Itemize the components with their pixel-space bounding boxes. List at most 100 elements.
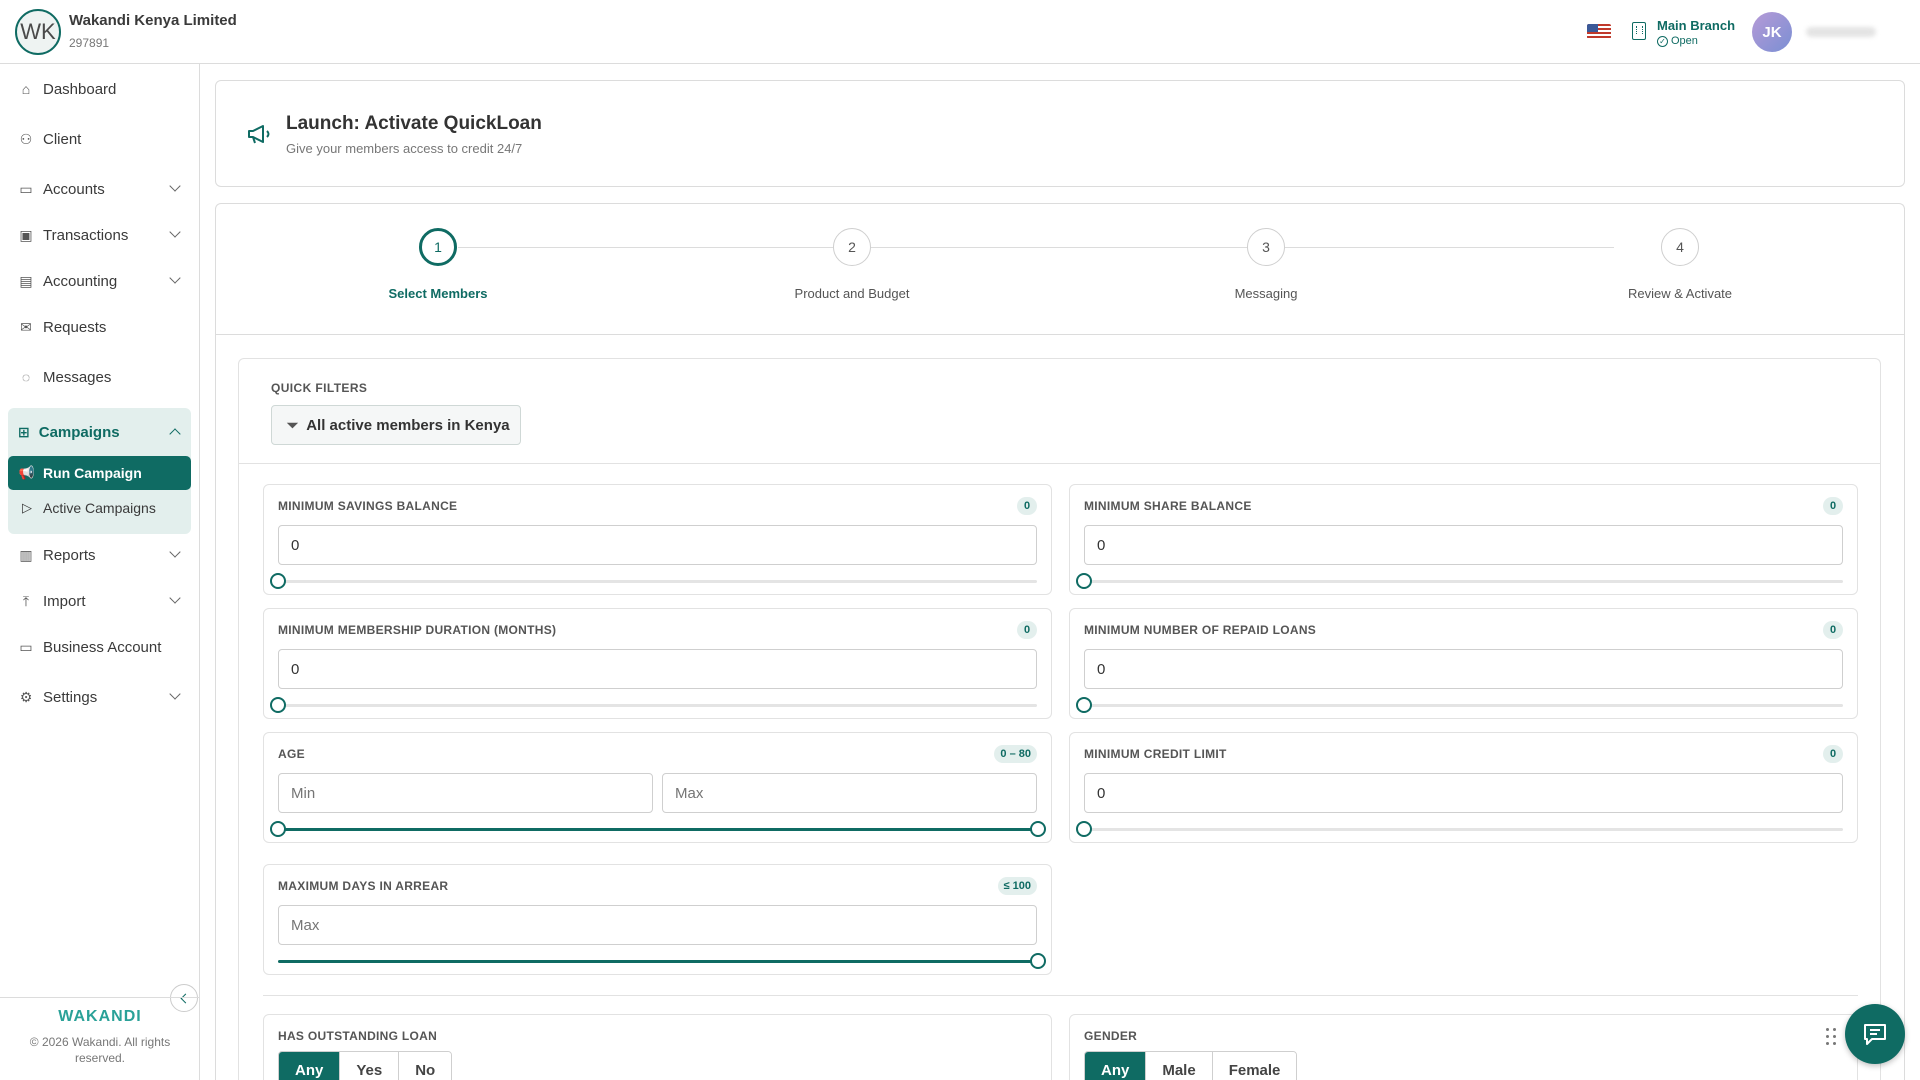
step-1-circle[interactable]: 1 — [419, 228, 457, 266]
age-slider-track[interactable] — [278, 828, 1037, 831]
sidebar-item-dashboard[interactable]: ⌂ Dashboard — [8, 69, 191, 109]
megaphone-icon — [248, 125, 270, 144]
step-4-circle[interactable]: 4 — [1661, 228, 1699, 266]
max-days-arrear-input[interactable] — [278, 905, 1037, 945]
chevron-down-icon — [169, 226, 181, 238]
age-slider-max-thumb[interactable] — [1030, 821, 1046, 837]
sidebar-item-import[interactable]: ⤒ Import — [8, 581, 191, 621]
sidebar: ⌂ Dashboard ⚇ Client ▭ Accounts ▣ Transactio… — [0, 64, 200, 1080]
sidebar-item-messages[interactable]: ◌ Messages — [8, 357, 191, 397]
step-2-circle[interactable]: 2 — [833, 228, 871, 266]
age-min-input[interactable] — [278, 773, 653, 813]
outstanding-loan-any-button[interactable]: Any — [279, 1052, 341, 1080]
max-days-arrear-label: MAXIMUM DAYS IN ARREAR — [278, 879, 449, 893]
sidebar-item-campaigns[interactable]: ⊞ Campaigns — [8, 408, 191, 456]
min-savings-field: MINIMUM SAVINGS BALANCE 0 0 — [263, 484, 1052, 595]
branch-status: ✓ Open — [1657, 35, 1698, 47]
sidebar-item-label: Accounts — [43, 180, 105, 198]
outstanding-loan-field: HAS OUTSTANDING LOAN Any Yes No — [263, 1014, 1052, 1080]
sidebar-item-transactions[interactable]: ▣ Transactions — [8, 215, 191, 255]
top-header: WK Wakandi Kenya Limited 297891 Main Bra… — [0, 0, 1920, 64]
sidebar-item-label: Dashboard — [43, 80, 117, 98]
min-credit-limit-slider-thumb[interactable] — [1076, 821, 1092, 837]
quick-filter-chip[interactable]: ⏷ All active members in Kenya — [271, 405, 521, 445]
quick-filters-label: QUICK FILTERS — [271, 381, 368, 395]
step-3-circle[interactable]: 3 — [1247, 228, 1285, 266]
sidebar-item-client[interactable]: ⚇ Client — [8, 119, 191, 159]
drag-handle-icon[interactable] — [1826, 1028, 1840, 1048]
user-name-redacted[interactable] — [1806, 27, 1876, 37]
step-2-label[interactable]: Product and Budget — [742, 286, 962, 301]
sidebar-item-settings[interactable]: ⚙ Settings — [8, 677, 191, 717]
us-flag-icon[interactable] — [1587, 24, 1611, 39]
chat-bubble-icon — [1864, 1024, 1886, 1045]
briefcase-icon: ▭ — [19, 638, 33, 655]
sidebar-item-reports[interactable]: ▥ Reports — [8, 535, 191, 575]
min-savings-slider-track[interactable] — [278, 580, 1037, 583]
sidebar-item-label: Transactions — [43, 226, 129, 244]
sidebar-item-label: Business Account — [43, 638, 162, 656]
outstanding-loan-label: HAS OUTSTANDING LOAN — [278, 1029, 438, 1043]
sidebar-item-accounts[interactable]: ▭ Accounts — [8, 169, 191, 209]
section-divider — [263, 995, 1858, 996]
age-slider-min-thumb[interactable] — [270, 821, 286, 837]
megaphone-icon: 📢 — [18, 465, 36, 480]
step-4-label[interactable]: Review & Activate — [1570, 286, 1790, 301]
sidebar-item-requests[interactable]: ✉ Requests — [8, 307, 191, 347]
min-membership-badge: 0 — [1017, 621, 1037, 639]
user-avatar[interactable]: JK — [1752, 12, 1792, 52]
page-subtitle: Give your members access to credit 24/7 — [286, 141, 523, 156]
min-savings-badge: 0 — [1017, 497, 1037, 515]
org-logo[interactable]: WK — [15, 9, 61, 55]
age-max-input[interactable] — [662, 773, 1037, 813]
min-share-slider-thumb[interactable] — [1076, 573, 1092, 589]
min-repaid-loans-slider-thumb[interactable] — [1076, 697, 1092, 713]
step-3-label[interactable]: Messaging — [1156, 286, 1376, 301]
outstanding-loan-yes-button[interactable]: Yes — [340, 1052, 400, 1080]
mail-icon: ✉ — [20, 318, 32, 335]
sidebar-item-label: Accounting — [43, 272, 118, 290]
min-credit-limit-slider-track[interactable] — [1084, 828, 1843, 831]
min-membership-field: MINIMUM MEMBERSHIP DURATION (MONTHS) 0 0 — [263, 608, 1052, 719]
gender-male-button[interactable]: Male — [1146, 1052, 1213, 1080]
min-repaid-loans-input[interactable]: 0 — [1084, 649, 1843, 689]
min-membership-slider-thumb[interactable] — [270, 697, 286, 713]
min-savings-input[interactable]: 0 — [278, 525, 1037, 565]
branch-name[interactable]: Main Branch — [1657, 18, 1735, 33]
chevron-left-icon — [180, 993, 191, 1003]
gender-any-button[interactable]: Any — [1085, 1052, 1147, 1080]
outstanding-loan-no-button[interactable]: No — [399, 1052, 452, 1080]
step-1-label[interactable]: Select Members — [328, 286, 548, 301]
sidebar-item-label: Messages — [43, 368, 112, 386]
min-membership-input[interactable]: 0 — [278, 649, 1037, 689]
min-share-input[interactable]: 0 — [1084, 525, 1843, 565]
min-repaid-loans-slider-track[interactable] — [1084, 704, 1843, 707]
max-days-arrear-slider-thumb[interactable] — [1030, 953, 1046, 969]
sidebar-item-accounting[interactable]: ▤ Accounting — [8, 261, 191, 301]
sidebar-subitem-active-campaigns[interactable]: ▷ Active Campaigns — [8, 491, 191, 525]
gender-field: GENDER Any Male Female — [1069, 1014, 1858, 1080]
quick-filter-chip-label: All active members in Kenya — [306, 416, 510, 434]
chat-support-button[interactable] — [1845, 1004, 1905, 1064]
building-icon[interactable] — [1632, 22, 1646, 40]
max-days-arrear-slider-track[interactable] — [278, 960, 1037, 963]
age-label: AGE — [278, 747, 305, 761]
outstanding-loan-toggle: Any Yes No — [278, 1051, 453, 1080]
ledger-icon: ▤ — [19, 272, 33, 289]
sidebar-subitem-run-campaign[interactable]: 📢 Run Campaign — [8, 456, 191, 490]
bar-chart-icon: ▥ — [19, 546, 33, 563]
min-credit-limit-input[interactable]: 0 — [1084, 773, 1843, 813]
min-credit-limit-field: MINIMUM CREDIT LIMIT 0 0 — [1069, 732, 1858, 843]
min-share-badge: 0 — [1823, 497, 1843, 515]
home-icon: ⌂ — [21, 81, 31, 97]
gender-female-button[interactable]: Female — [1212, 1052, 1297, 1080]
page-header-card: Launch: Activate QuickLoan Give your mem… — [215, 80, 1905, 187]
min-membership-slider-track[interactable] — [278, 704, 1037, 707]
min-share-label: MINIMUM SHARE BALANCE — [1084, 499, 1252, 513]
sidebar-item-label: Requests — [43, 318, 107, 336]
sidebar-item-business-account[interactable]: ▭ Business Account — [8, 627, 191, 667]
min-savings-slider-thumb[interactable] — [270, 573, 286, 589]
min-share-slider-track[interactable] — [1084, 580, 1843, 583]
sidebar-footer-divider — [0, 997, 200, 998]
max-days-arrear-badge: ≤ 100 — [997, 877, 1037, 895]
